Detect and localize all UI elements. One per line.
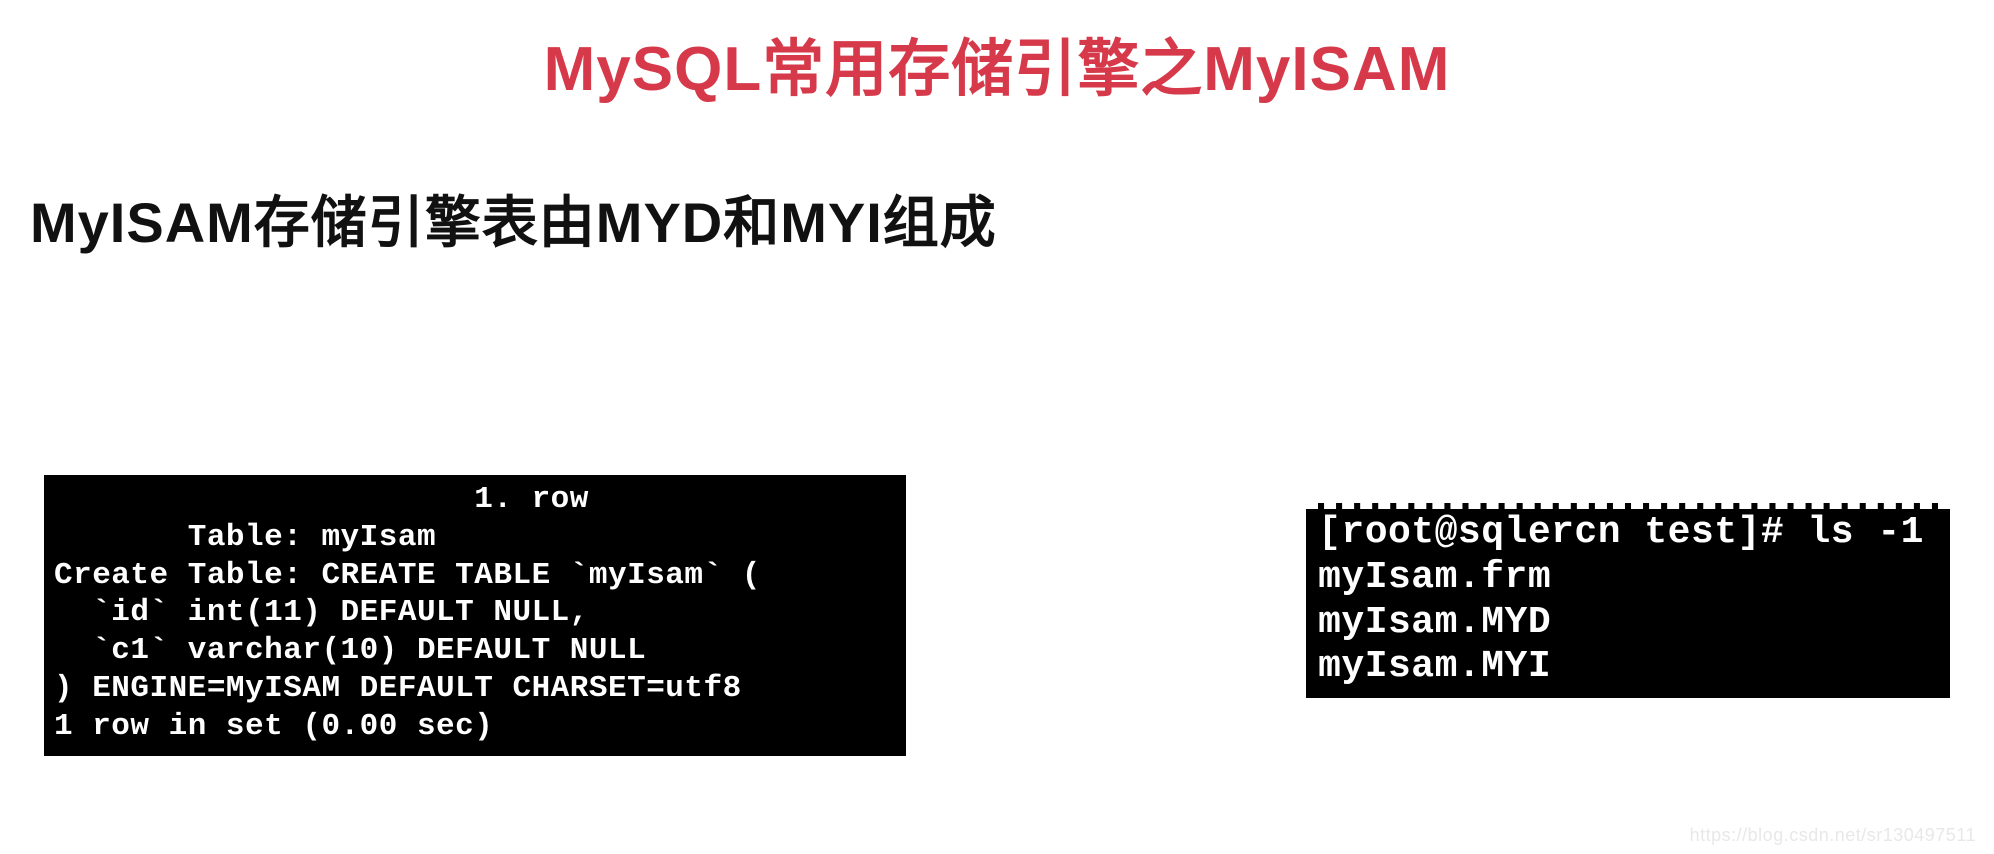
terminal-create-table: 1. row Table: myIsam Create Table: CREAT… [44,475,906,756]
slide-subtitle: MyISAM存储引擎表由MYD和MYI组成 [0,108,1994,259]
terminal-ls-output: [root@sqlercn test]# ls -1 myIsam.frm my… [1306,503,1950,698]
slide-title: MySQL常用存储引擎之MyISAM [0,0,1994,108]
watermark: https://blog.csdn.net/sr130497511 [1690,825,1976,846]
terminals-row: 1. row Table: myIsam Create Table: CREAT… [44,475,1950,756]
